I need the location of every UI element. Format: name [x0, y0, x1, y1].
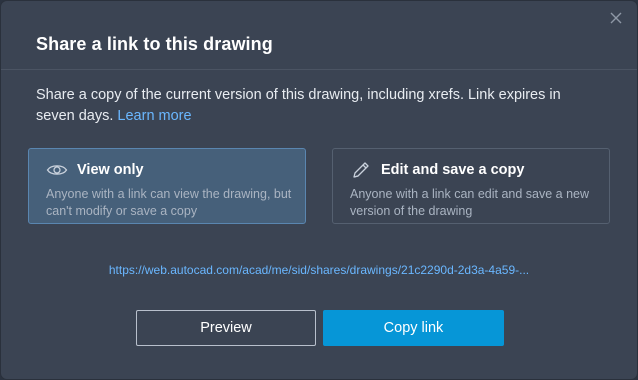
view-only-description: Anyone with a link can view the drawing,…: [46, 187, 292, 218]
dialog-description: Share a copy of the current version of t…: [36, 85, 601, 127]
share-url-link[interactable]: https://web.autocad.com/acad/me/sid/shar…: [1, 263, 637, 277]
edit-copy-option[interactable]: Edit and save a copy Anyone with a link …: [332, 148, 610, 224]
share-dialog: Share a link to this drawing Share a cop…: [0, 0, 638, 380]
close-icon[interactable]: [609, 11, 623, 25]
description-text: Share a copy of the current version of t…: [36, 87, 561, 124]
dialog-title: Share a link to this drawing: [36, 34, 273, 54]
eye-icon: [46, 165, 68, 175]
edit-copy-description: Anyone with a link can edit and save a n…: [350, 187, 590, 218]
preview-button[interactable]: Preview: [136, 310, 316, 346]
view-only-option[interactable]: View only Anyone with a link can view th…: [28, 148, 306, 224]
learn-more-link[interactable]: Learn more: [117, 108, 191, 124]
edit-copy-title: Edit and save a copy: [381, 162, 525, 178]
copy-link-button[interactable]: Copy link: [323, 310, 504, 346]
view-only-title: View only: [77, 162, 144, 178]
pencil-icon: [353, 162, 369, 178]
dialog-header: Share a link to this drawing: [1, 1, 637, 70]
